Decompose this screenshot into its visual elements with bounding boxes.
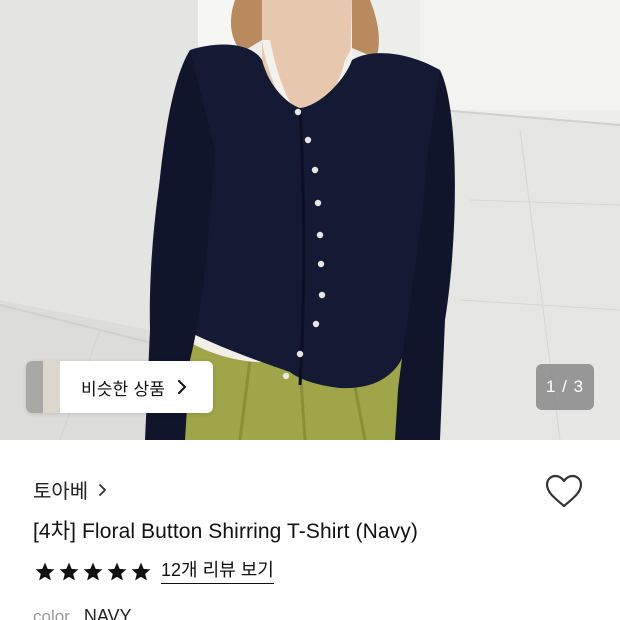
color-option: color NAVY	[33, 606, 132, 620]
star-rating	[34, 561, 152, 583]
image-page-counter: 1 / 3	[536, 364, 594, 410]
brand-name: 토아베	[33, 481, 89, 503]
star-filled-icon	[131, 563, 151, 581]
heart-outline-icon	[544, 473, 584, 514]
chevron-right-icon	[98, 483, 107, 497]
product-image-carousel[interactable]: 비슷한 상품 1 / 3	[0, 0, 620, 440]
similar-products-thumbnail	[26, 361, 60, 413]
wishlist-button[interactable]	[542, 472, 586, 514]
brand-link[interactable]: 토아베	[33, 475, 107, 504]
star-filled-icon	[107, 563, 127, 581]
star-filled-icon	[35, 563, 55, 581]
color-label: color	[33, 607, 70, 620]
view-reviews-link[interactable]: 12개 리뷰 보기	[161, 560, 274, 584]
star-filled-icon	[83, 563, 103, 581]
star-filled-icon	[59, 563, 79, 581]
product-title: [4차] Floral Button Shirring T-Shirt (Nav…	[33, 520, 418, 543]
color-value: NAVY	[83, 606, 132, 620]
similar-products-button[interactable]: 비슷한 상품	[26, 361, 213, 413]
rating-row: 12개 리뷰 보기	[34, 560, 274, 584]
chevron-right-icon	[177, 379, 187, 395]
similar-products-label: 비슷한 상품	[81, 379, 166, 399]
